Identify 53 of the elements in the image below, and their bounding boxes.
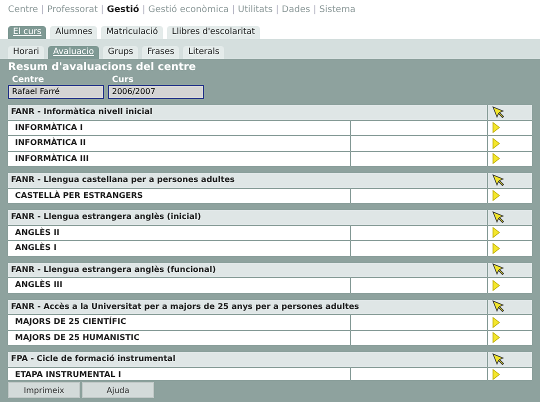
play-icon[interactable] xyxy=(492,122,500,134)
subject-cell: ANGLÈS II xyxy=(8,226,351,240)
page-title: Resum d'avaluacions del centre xyxy=(8,61,197,73)
subject-cell: INFORMÀTICA II xyxy=(8,136,351,150)
play-icon[interactable] xyxy=(492,316,500,328)
field-label: Centre xyxy=(11,75,46,85)
input-field[interactable]: 2006/2007 xyxy=(108,85,204,99)
play-icon[interactable] xyxy=(492,153,500,164)
field-label: Curs xyxy=(111,75,135,85)
separator: | xyxy=(313,5,316,17)
group-header: FANR - Llengua castellana per a persones adultes xyxy=(8,173,488,188)
pointer-icon[interactable] xyxy=(492,174,505,187)
group-header: FANR - Accès a la Universitat per a majors de 25 anys per a persones adultes xyxy=(8,300,488,314)
nav-link[interactable]: Gestió xyxy=(106,5,140,26)
tab[interactable]: Horari xyxy=(8,46,44,59)
input-field[interactable]: Rafael Farré xyxy=(8,85,104,99)
separator: | xyxy=(142,5,146,17)
subject-cell: MAJORS DE 25 CIENTÍFIC xyxy=(8,315,351,330)
play-icon[interactable] xyxy=(492,242,500,254)
tab[interactable]: Literals xyxy=(183,46,224,59)
group-header: FANR - Llengua estrangera anglès (inicial) xyxy=(8,210,488,224)
play-icon[interactable] xyxy=(492,190,500,202)
group-header: FANR - Llengua estrangera anglès (funcional) xyxy=(8,262,488,277)
subject-cell: CASTELLÀ PER ESTRANGERS xyxy=(8,188,351,203)
subject-cell: INFORMÀTICA III xyxy=(8,152,351,166)
separator: | xyxy=(100,5,104,17)
play-icon[interactable] xyxy=(492,280,500,291)
group-header: FPA - Cicle de formació instrumental xyxy=(8,352,488,366)
pointer-icon[interactable] xyxy=(492,210,505,224)
pointer-icon[interactable] xyxy=(492,263,505,276)
action-button[interactable]: Imprimeix xyxy=(8,382,80,398)
pointer-icon[interactable] xyxy=(492,300,505,314)
tab[interactable]: Frases xyxy=(142,46,180,59)
tab[interactable]: Grups xyxy=(102,46,138,59)
play-icon[interactable] xyxy=(492,227,500,238)
tab[interactable]: Matriculació xyxy=(101,26,163,39)
subject-cell: ANGLÈS III xyxy=(8,278,351,292)
tab[interactable]: Llibres d'escolaritat xyxy=(166,26,260,39)
subject-cell: ANGLÈS I xyxy=(8,241,351,256)
play-icon[interactable] xyxy=(492,138,500,149)
play-icon[interactable] xyxy=(492,332,500,344)
separator: | xyxy=(276,5,279,17)
separator: | xyxy=(232,5,235,17)
group-header: FANR - Informàtica nivell inicial xyxy=(8,105,488,120)
subject-cell: ETAPA INSTRUMENTAL I xyxy=(8,368,351,380)
subject-cell: INFORMÀTICA I xyxy=(8,120,351,135)
action-button[interactable]: Ajuda xyxy=(82,382,154,398)
play-icon[interactable] xyxy=(492,369,500,380)
separator: | xyxy=(41,5,44,17)
tab[interactable]: Alumnes xyxy=(50,26,98,39)
pointer-icon[interactable] xyxy=(492,106,505,119)
pointer-icon[interactable] xyxy=(492,352,505,366)
subject-cell: MAJORS DE 25 HUMANISTIC xyxy=(8,330,351,345)
